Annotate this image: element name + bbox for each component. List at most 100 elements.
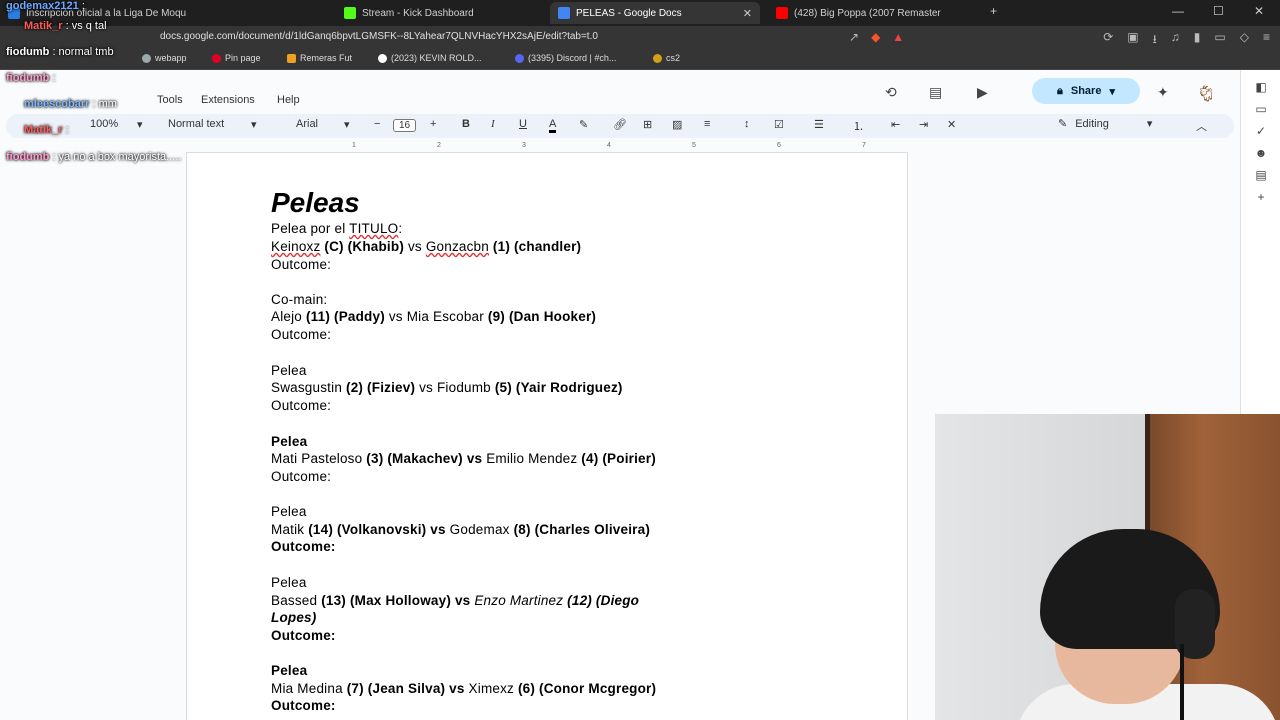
calendar-icon[interactable]: ◧ (1254, 80, 1268, 94)
document-line[interactable]: Keinoxz (C) (Khabib) vs Gonzacbn (1) (ch… (271, 239, 581, 254)
font-size-input[interactable]: 16 (393, 119, 417, 132)
text-run: (C) (Khabib) (320, 239, 408, 254)
document-line[interactable]: Outcome: (271, 327, 331, 342)
bookmark-remeras[interactable]: Remeras Fut (287, 53, 352, 63)
tasks-icon[interactable]: ✓ (1254, 124, 1268, 138)
wallet-icon[interactable]: ▭ (1214, 30, 1225, 51)
document-line[interactable]: Alejo (11) (Paddy) vs Mia Escobar (9) (D… (271, 309, 596, 324)
italic-icon[interactable]: I (491, 118, 495, 130)
sidebar-icon[interactable]: ▮ (1194, 30, 1201, 51)
bookmark-webapp[interactable]: webapp (142, 53, 187, 63)
text-run: vs (407, 239, 426, 254)
highlight-icon[interactable]: ✎ (579, 118, 588, 131)
document-page[interactable]: Peleas Pelea por el TITULO: Keinoxz (C) (… (186, 152, 908, 720)
document-line[interactable]: Outcome: (271, 698, 336, 713)
ruler[interactable]: 1 2 3 4 5 6 7 (186, 142, 908, 152)
keep-icon[interactable]: ▭ (1254, 102, 1268, 116)
align-icon[interactable]: ≡ (704, 118, 710, 130)
maps-icon[interactable]: ▤ (1254, 168, 1268, 182)
tab-google-docs[interactable]: PELEAS - Google Docs ✕ (550, 2, 760, 24)
collapse-toolbar-icon[interactable]: ︿ (1196, 118, 1207, 134)
link-icon[interactable]: 🔗︎ (613, 118, 627, 131)
zoom-select[interactable]: 100% (90, 118, 118, 130)
bookmark-pin-page[interactable]: Pin page (212, 53, 261, 63)
chevron-down-icon: ▾ (251, 119, 257, 131)
history-icon[interactable]: ⟲ (885, 84, 897, 101)
avatar[interactable]: 🐐︎ (1196, 84, 1216, 104)
gemini-icon[interactable]: ✦ (1157, 84, 1169, 101)
clear-formatting-icon[interactable]: ✕ (947, 118, 956, 131)
share-button[interactable]: 🔒︎ Share ▾ (1032, 78, 1140, 104)
menu-extensions[interactable]: Extensions (201, 94, 255, 106)
document-title[interactable]: Peleas (271, 187, 360, 219)
share-page-icon[interactable]: ↗ (849, 30, 859, 44)
bold-icon[interactable]: B (462, 118, 470, 130)
menu-icon[interactable]: ≡ (1263, 30, 1270, 51)
editing-mode-select[interactable]: ✎ Editing ▾ (1058, 117, 1152, 131)
document-line[interactable]: Outcome: (271, 398, 331, 413)
screenshot-icon[interactable]: ▣ (1127, 30, 1138, 51)
font-select[interactable]: Arial (296, 118, 318, 130)
comments-icon[interactable]: ▤ (929, 84, 942, 101)
bulleted-list-icon[interactable]: ☰ (814, 118, 824, 131)
window-close-icon[interactable]: ✕ (1254, 4, 1264, 18)
insert-image-icon[interactable]: ▨ (672, 118, 682, 131)
decrease-indent-icon[interactable]: ⇤ (891, 118, 900, 131)
extensions-icon[interactable]: ⟳ (1103, 30, 1113, 51)
formatting-toolbar: 100% ▾ Normal text ▾ Arial ▾ − 16 + B I … (6, 114, 1234, 138)
bookmark-discord[interactable]: (3395) Discord | #ch... (515, 53, 616, 63)
document-line[interactable]: Mati Pasteloso (3) (Makachev) vs Emilio … (271, 451, 656, 466)
line-spacing-icon[interactable]: ↕ (744, 118, 750, 130)
minimize-icon[interactable]: — (1172, 4, 1184, 18)
add-addon-icon[interactable]: + (1254, 190, 1268, 204)
text-run: Outcome: (271, 539, 336, 554)
document-line[interactable]: Pelea (271, 575, 307, 590)
text-run: : (398, 221, 403, 236)
document-line[interactable]: Bassed (13) (Max Holloway) vs Enzo Marti… (271, 593, 639, 608)
document-line[interactable]: Pelea (271, 663, 307, 678)
document-line[interactable]: Outcome: (271, 257, 331, 272)
document-line[interactable]: Outcome: (271, 628, 336, 643)
decrease-font-size-icon[interactable]: − (374, 118, 380, 130)
bookmark-kevin[interactable]: (2023) KEVIN ROLD... (378, 53, 482, 63)
document-line[interactable]: Pelea (271, 363, 307, 378)
document-line[interactable]: Pelea (271, 434, 307, 449)
document-line[interactable]: Pelea (271, 504, 307, 519)
document-line[interactable]: Outcome: (271, 539, 336, 554)
increase-indent-icon[interactable]: ⇥ (919, 118, 928, 131)
add-comment-icon[interactable]: ⊞ (643, 118, 652, 131)
underline-icon[interactable]: U (519, 118, 527, 130)
url-field[interactable]: docs.google.com/document/d/1ldGanq6bpvtL… (160, 31, 598, 42)
tab-kick[interactable]: Stream - Kick Dashboard (336, 2, 546, 24)
close-icon[interactable]: ✕ (743, 7, 752, 20)
document-line[interactable]: Lopes) (271, 610, 316, 625)
brave-shield-icon[interactable]: ◆ (871, 30, 880, 44)
music-icon[interactable]: ♫ (1171, 30, 1180, 51)
document-line[interactable]: Co-main: (271, 292, 327, 307)
contacts-icon[interactable]: ☻ (1254, 146, 1268, 160)
text-run: Outcome: (271, 327, 332, 342)
menu-tools[interactable]: Tools (157, 94, 183, 106)
numbered-list-icon[interactable]: ⒈ (853, 118, 864, 134)
maximize-icon[interactable]: ☐ (1213, 4, 1224, 18)
download-icon[interactable]: ⭳ (1153, 30, 1157, 51)
style-select[interactable]: Normal text (168, 118, 224, 130)
menu-help[interactable]: Help (277, 94, 300, 106)
new-tab-icon[interactable]: + (990, 4, 997, 18)
ruler-tick: 2 (437, 142, 441, 149)
document-line[interactable]: Outcome: (271, 469, 331, 484)
tab-label: PELEAS - Google Docs (576, 7, 682, 19)
tab-youtube[interactable]: (428) Big Poppa (2007 Remaster (768, 2, 978, 24)
document-line[interactable]: Matik (14) (Volkanovski) vs Godemax (8) … (271, 522, 650, 537)
vpn-icon[interactable]: ◇ (1240, 30, 1249, 51)
checklist-icon[interactable]: ☑ (774, 118, 784, 131)
document-line[interactable]: Mia Medina (7) (Jean Silva) vs Ximexz (6… (271, 681, 656, 696)
folder-icon (287, 53, 296, 63)
text-color-icon[interactable]: A (549, 118, 557, 133)
increase-font-size-icon[interactable]: + (430, 118, 436, 130)
brave-rewards-icon[interactable]: ▲ (892, 30, 904, 44)
bookmark-cs2[interactable]: cs2 (653, 53, 680, 63)
document-line[interactable]: Pelea por el TITULO: (271, 221, 402, 236)
document-line[interactable]: Swasgustin (2) (Fiziev) vs Fiodumb (5) (… (271, 380, 623, 395)
meet-icon[interactable]: ▶ (977, 84, 988, 101)
